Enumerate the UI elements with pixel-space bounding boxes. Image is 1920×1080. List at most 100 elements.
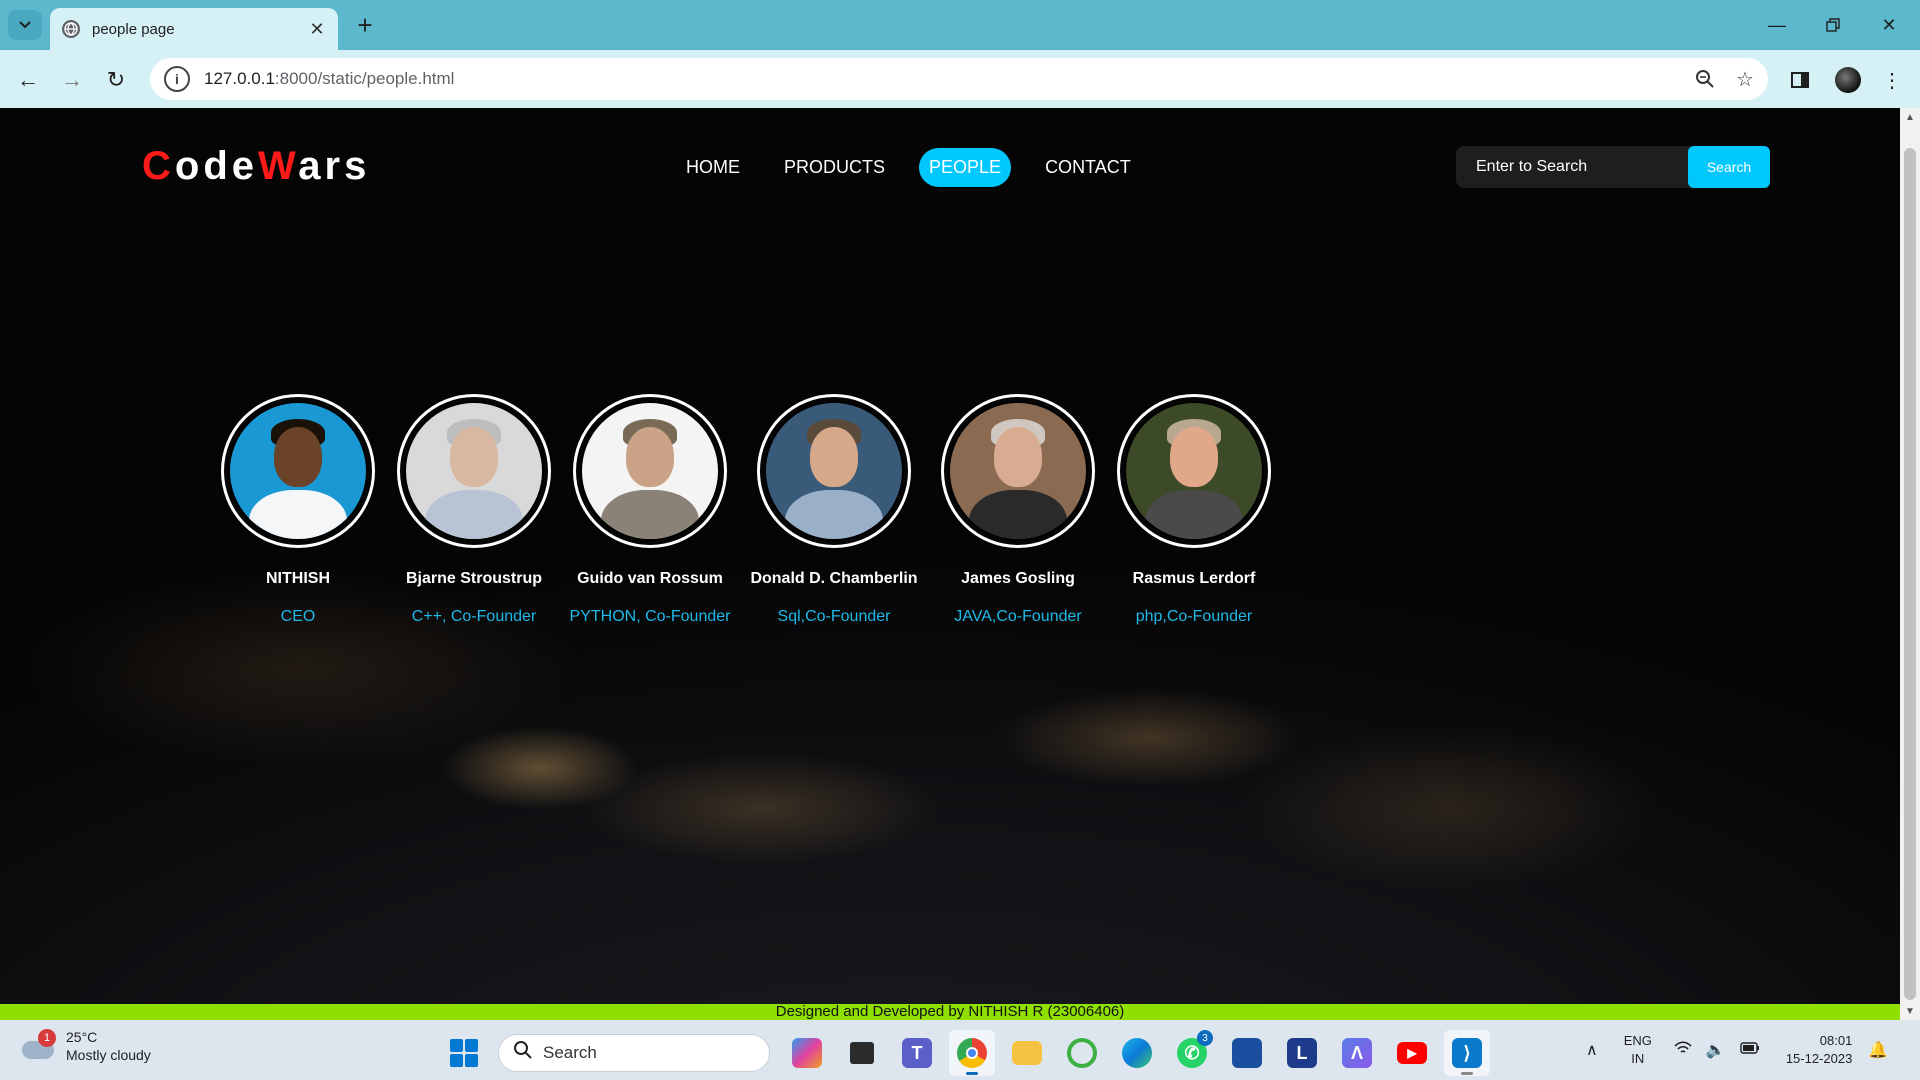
avatar xyxy=(228,401,368,541)
taskbar-search[interactable]: Search xyxy=(498,1034,770,1072)
person-card: Bjarne Stroustrup C++, Co-Founder xyxy=(386,394,562,626)
person-card: James Gosling JAVA,Co-Founder xyxy=(930,394,1106,626)
chevron-down-icon xyxy=(19,21,31,29)
nav-home[interactable]: HOME xyxy=(676,148,750,187)
site-logo[interactable]: CodeWars xyxy=(142,144,370,189)
wifi-icon[interactable] xyxy=(1674,1040,1692,1060)
minimize-button[interactable]: — xyxy=(1750,8,1804,42)
nav-people[interactable]: PEOPLE xyxy=(919,148,1012,187)
person-role: Sql,Co-Founder xyxy=(777,608,891,625)
vscode-app[interactable]: ⟩ xyxy=(1444,1030,1490,1076)
youtube-app[interactable]: ▶ xyxy=(1389,1030,1435,1076)
url-text[interactable]: 127.0.0.1:8000/static/people.html xyxy=(204,69,1688,89)
system-tray: ∧ ENG IN 🔈 08:01 15-12-2023 🔔 xyxy=(1586,1030,1902,1070)
url-path: :8000/static/people.html xyxy=(274,69,455,88)
chrome-app[interactable] xyxy=(949,1030,995,1076)
region-code: IN xyxy=(1631,1051,1645,1066)
person-card: Donald D. Chamberlin Sql,Co-Founder xyxy=(738,394,930,626)
person-role: CEO xyxy=(280,608,316,625)
language-indicator[interactable]: ENG IN xyxy=(1624,1032,1652,1068)
windows-taskbar: 1 25°C Mostly cloudy Search T ✆ 3 L Λ ▶ … xyxy=(0,1020,1920,1080)
new-tab-button[interactable]: + xyxy=(350,10,380,40)
scroll-down-arrow-icon[interactable]: ▼ xyxy=(1900,1002,1920,1020)
windows-logo-icon xyxy=(450,1039,478,1067)
avatar-ring xyxy=(941,394,1095,548)
tab-title: people page xyxy=(92,20,175,38)
avatar xyxy=(1124,401,1264,541)
edge-app[interactable] xyxy=(1114,1030,1160,1076)
person-name: Rasmus Lerdorf xyxy=(1132,570,1256,587)
vscode-icon: ⟩ xyxy=(1452,1038,1482,1068)
scrollbar-thumb[interactable] xyxy=(1904,148,1916,1000)
store-app[interactable] xyxy=(1224,1030,1270,1076)
language-code: ENG xyxy=(1623,1033,1652,1048)
cloud-icon: 1 xyxy=(20,1029,56,1061)
avatar-ring xyxy=(757,394,911,548)
site-info-icon[interactable]: i xyxy=(164,66,190,92)
reload-icon[interactable]: ↻ xyxy=(100,64,132,96)
clock[interactable]: 08:01 15-12-2023 xyxy=(1786,1032,1853,1068)
sync-app[interactable] xyxy=(1059,1030,1105,1076)
search-icon xyxy=(513,1040,533,1066)
person-name: NITHISH xyxy=(266,570,330,587)
forward-arrow-icon[interactable]: → xyxy=(56,64,88,96)
start-button[interactable] xyxy=(444,1033,484,1073)
scroll-up-arrow-icon[interactable]: ▲ xyxy=(1900,108,1920,126)
copilot-icon xyxy=(792,1038,822,1068)
notification-badge: 3 xyxy=(1197,1030,1213,1046)
battery-icon[interactable] xyxy=(1740,1041,1760,1059)
letter-l-icon: L xyxy=(1287,1038,1317,1068)
profile-avatar[interactable] xyxy=(1832,64,1864,96)
site-search: Search xyxy=(1456,146,1770,188)
avatar-ring xyxy=(221,394,375,548)
site-footer: Designed and Developed by NITHISH R (230… xyxy=(0,1004,1900,1020)
side-panel-icon[interactable] xyxy=(1784,64,1816,96)
person-role: JAVA,Co-Founder xyxy=(954,608,1082,625)
triangle-a-icon: Λ xyxy=(1342,1038,1372,1068)
menu-kebab-icon[interactable]: ⋮ xyxy=(1876,64,1908,96)
store-icon xyxy=(1232,1038,1262,1068)
globe-icon xyxy=(62,20,80,38)
task-view-app[interactable] xyxy=(839,1030,885,1076)
close-window-button[interactable]: ✕ xyxy=(1862,8,1916,42)
main-nav: HOME PRODUCTS PEOPLE CONTACT xyxy=(676,148,1165,187)
whatsapp-app[interactable]: ✆ 3 xyxy=(1169,1030,1215,1076)
weather-widget[interactable]: 1 25°C Mostly cloudy xyxy=(20,1028,151,1064)
restore-icon xyxy=(1826,18,1840,32)
close-tab-icon[interactable]: ✕ xyxy=(304,16,330,42)
copilot-app[interactable] xyxy=(784,1030,830,1076)
volume-icon[interactable]: 🔈 xyxy=(1706,1040,1726,1060)
search-button[interactable]: Search xyxy=(1688,146,1770,188)
chrome-icon xyxy=(957,1038,987,1068)
person-role: C++, Co-Founder xyxy=(411,608,537,625)
teams-app[interactable]: T xyxy=(894,1030,940,1076)
restore-button[interactable] xyxy=(1806,8,1860,42)
chevron-up-icon[interactable]: ∧ xyxy=(1586,1040,1598,1060)
notification-bell-icon[interactable]: 🔔 xyxy=(1868,1040,1888,1060)
nav-contact[interactable]: CONTACT xyxy=(1035,148,1141,187)
people-list: NITHISH CEO Bjarne Stroustrup C++, Co-Fo… xyxy=(210,394,1282,626)
clock-time: 08:01 xyxy=(1819,1033,1853,1048)
page-viewport: CodeWars HOME PRODUCTS PEOPLE CONTACT Se… xyxy=(0,108,1900,1004)
avatar xyxy=(948,401,1088,541)
avatar xyxy=(404,401,544,541)
browser-tab-active[interactable]: people page ✕ xyxy=(50,8,338,50)
a-app[interactable]: Λ xyxy=(1334,1030,1380,1076)
bookmark-star-icon[interactable]: ☆ xyxy=(1728,62,1762,96)
page-scrollbar[interactable]: ▲ ▼ xyxy=(1900,108,1920,1020)
person-role: PYTHON, Co-Founder xyxy=(569,608,731,625)
back-arrow-icon[interactable]: ← xyxy=(12,64,44,96)
person-name: Guido van Rossum xyxy=(577,570,723,587)
task-view-icon xyxy=(850,1042,874,1064)
edge-icon xyxy=(1122,1038,1152,1068)
logo-text-ars: ars xyxy=(298,144,371,188)
l-app[interactable]: L xyxy=(1279,1030,1325,1076)
tab-search-button[interactable] xyxy=(8,10,42,40)
file-explorer-app[interactable] xyxy=(1004,1030,1050,1076)
nav-products[interactable]: PRODUCTS xyxy=(774,148,895,187)
zoom-icon[interactable] xyxy=(1688,62,1722,96)
search-input[interactable] xyxy=(1456,146,1688,188)
active-indicator xyxy=(1461,1072,1473,1075)
address-bar[interactable]: i 127.0.0.1:8000/static/people.html ☆ xyxy=(150,58,1768,100)
person-name: Bjarne Stroustrup xyxy=(405,570,542,587)
